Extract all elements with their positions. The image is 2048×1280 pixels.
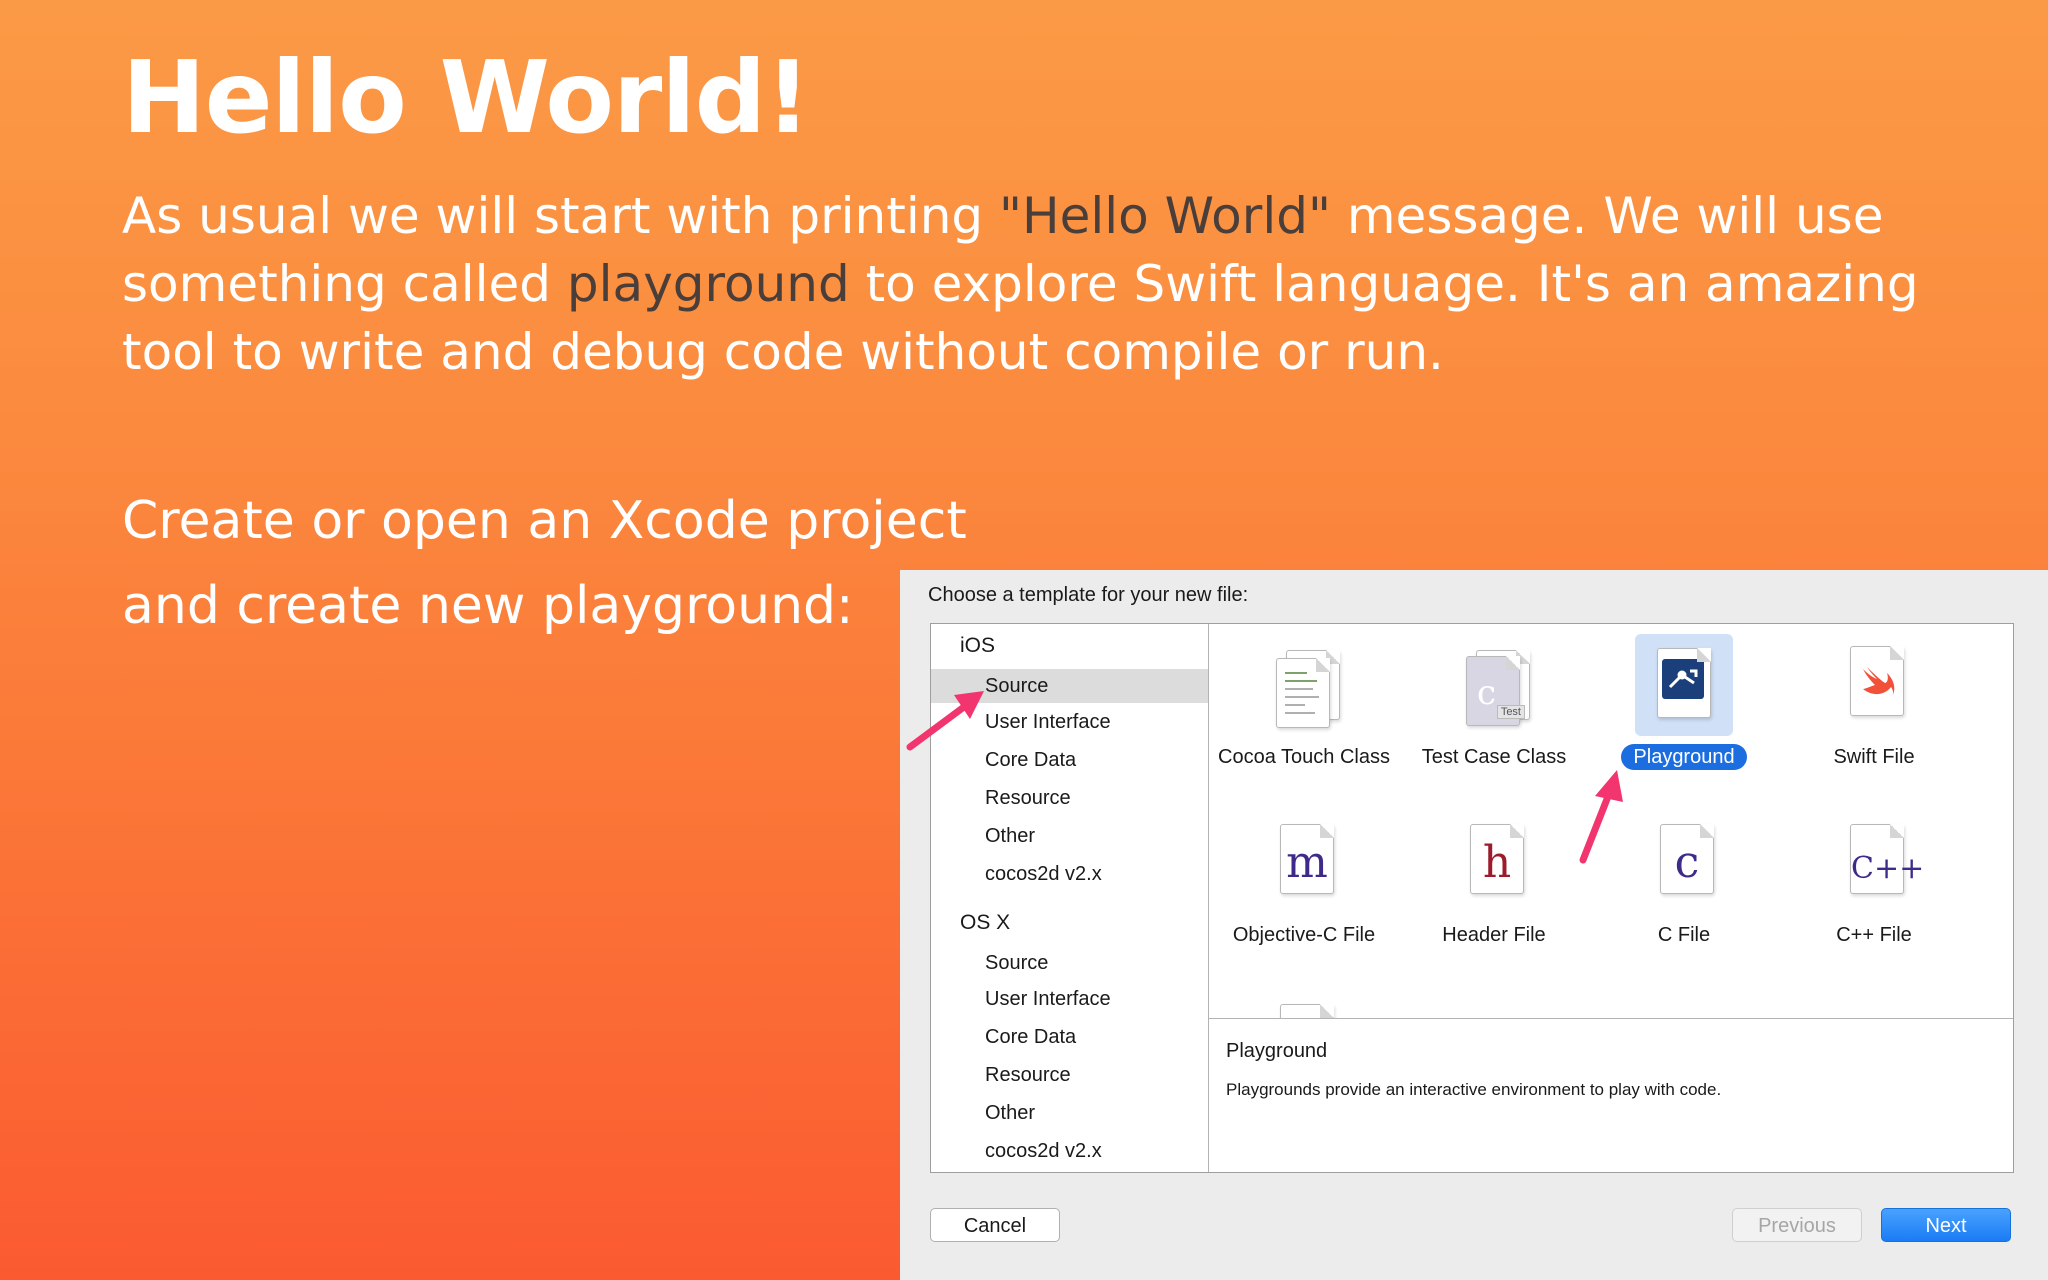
intro-highlight-playground: playground xyxy=(566,255,850,313)
template-panel: iOS Source User Interface Core Data Reso… xyxy=(930,623,2014,1173)
sidebar-item-osx-other[interactable]: Other xyxy=(931,1096,1208,1130)
objc-file-icon: m xyxy=(1256,814,1352,914)
template-label: C++ File xyxy=(1836,924,1912,946)
file-icon xyxy=(1256,994,1352,1018)
template-objc-file[interactable]: m Objective-C File xyxy=(1209,814,1399,948)
sidebar-item-osx-source[interactable]: Source xyxy=(931,946,1208,980)
description-text: Playgrounds provide an interactive envir… xyxy=(1226,1080,1722,1099)
template-test-case-class[interactable]: c Test Test Case Class xyxy=(1399,636,1589,770)
sidebar-section-ios: iOS xyxy=(960,634,996,657)
sidebar-item-osx-user-interface[interactable]: User Interface xyxy=(931,982,1208,1016)
template-cpp-file[interactable]: C++ C++ File xyxy=(1779,814,1969,948)
c-file-icon: c xyxy=(1636,814,1732,914)
template-label: Test Case Class xyxy=(1421,746,1567,768)
slide-title: Hello World! xyxy=(122,39,811,156)
sidebar-item-osx-core-data[interactable]: Core Data xyxy=(931,1020,1208,1054)
template-label: Header File xyxy=(1442,924,1546,946)
arrow-to-playground-icon xyxy=(1579,770,1623,864)
cancel-button[interactable]: Cancel xyxy=(930,1208,1060,1242)
intro-highlight-hello: "Hello World" xyxy=(999,187,1331,245)
intro-text-1: As usual we will start with printing xyxy=(122,187,1000,245)
step-2-text: and create new playground: xyxy=(122,576,854,636)
template-cocoa-touch-class[interactable]: Cocoa Touch Class xyxy=(1209,636,1399,770)
template-label: C File xyxy=(1657,924,1711,946)
new-file-dialog: Choose a template for your new file: iOS… xyxy=(900,570,2048,1280)
previous-button[interactable]: Previous xyxy=(1732,1208,1862,1242)
template-header-file[interactable]: h Header File xyxy=(1399,814,1589,948)
template-swift-file[interactable]: Swift File xyxy=(1779,636,1969,770)
arrow-to-source-icon xyxy=(906,691,984,751)
sidebar-item-osx-resource[interactable]: Resource xyxy=(931,1058,1208,1092)
sidebar-item-ios-other[interactable]: Other xyxy=(931,819,1208,853)
sidebar-section-osx: OS X xyxy=(960,911,1011,934)
template-more[interactable] xyxy=(1209,994,1399,1018)
header-file-icon: h xyxy=(1446,814,1542,914)
test-case-class-icon: c Test xyxy=(1446,636,1542,736)
sidebar-item-ios-cocos2d[interactable]: cocos2d v2.x xyxy=(931,857,1208,891)
template-playground[interactable]: Playground xyxy=(1589,634,1779,770)
template-label: Swift File xyxy=(1833,746,1915,768)
cocoa-touch-class-icon xyxy=(1256,636,1352,736)
template-label: Cocoa Touch Class xyxy=(1218,746,1390,768)
next-button[interactable]: Next xyxy=(1881,1208,2011,1242)
dialog-heading: Choose a template for your new file: xyxy=(928,584,1249,606)
swift-file-icon xyxy=(1826,636,1922,736)
template-label: Objective-C File xyxy=(1232,924,1376,946)
intro-paragraph: As usual we will start with printing "He… xyxy=(122,182,1982,386)
sidebar-item-osx-cocos2d[interactable]: cocos2d v2.x xyxy=(931,1134,1208,1168)
step-1-text: Create or open an Xcode project xyxy=(122,491,967,551)
description-title: Playground xyxy=(1226,1040,1328,1062)
cpp-file-icon: C++ xyxy=(1826,814,1924,914)
playground-icon xyxy=(1635,634,1733,736)
sidebar-item-ios-resource[interactable]: Resource xyxy=(931,781,1208,815)
